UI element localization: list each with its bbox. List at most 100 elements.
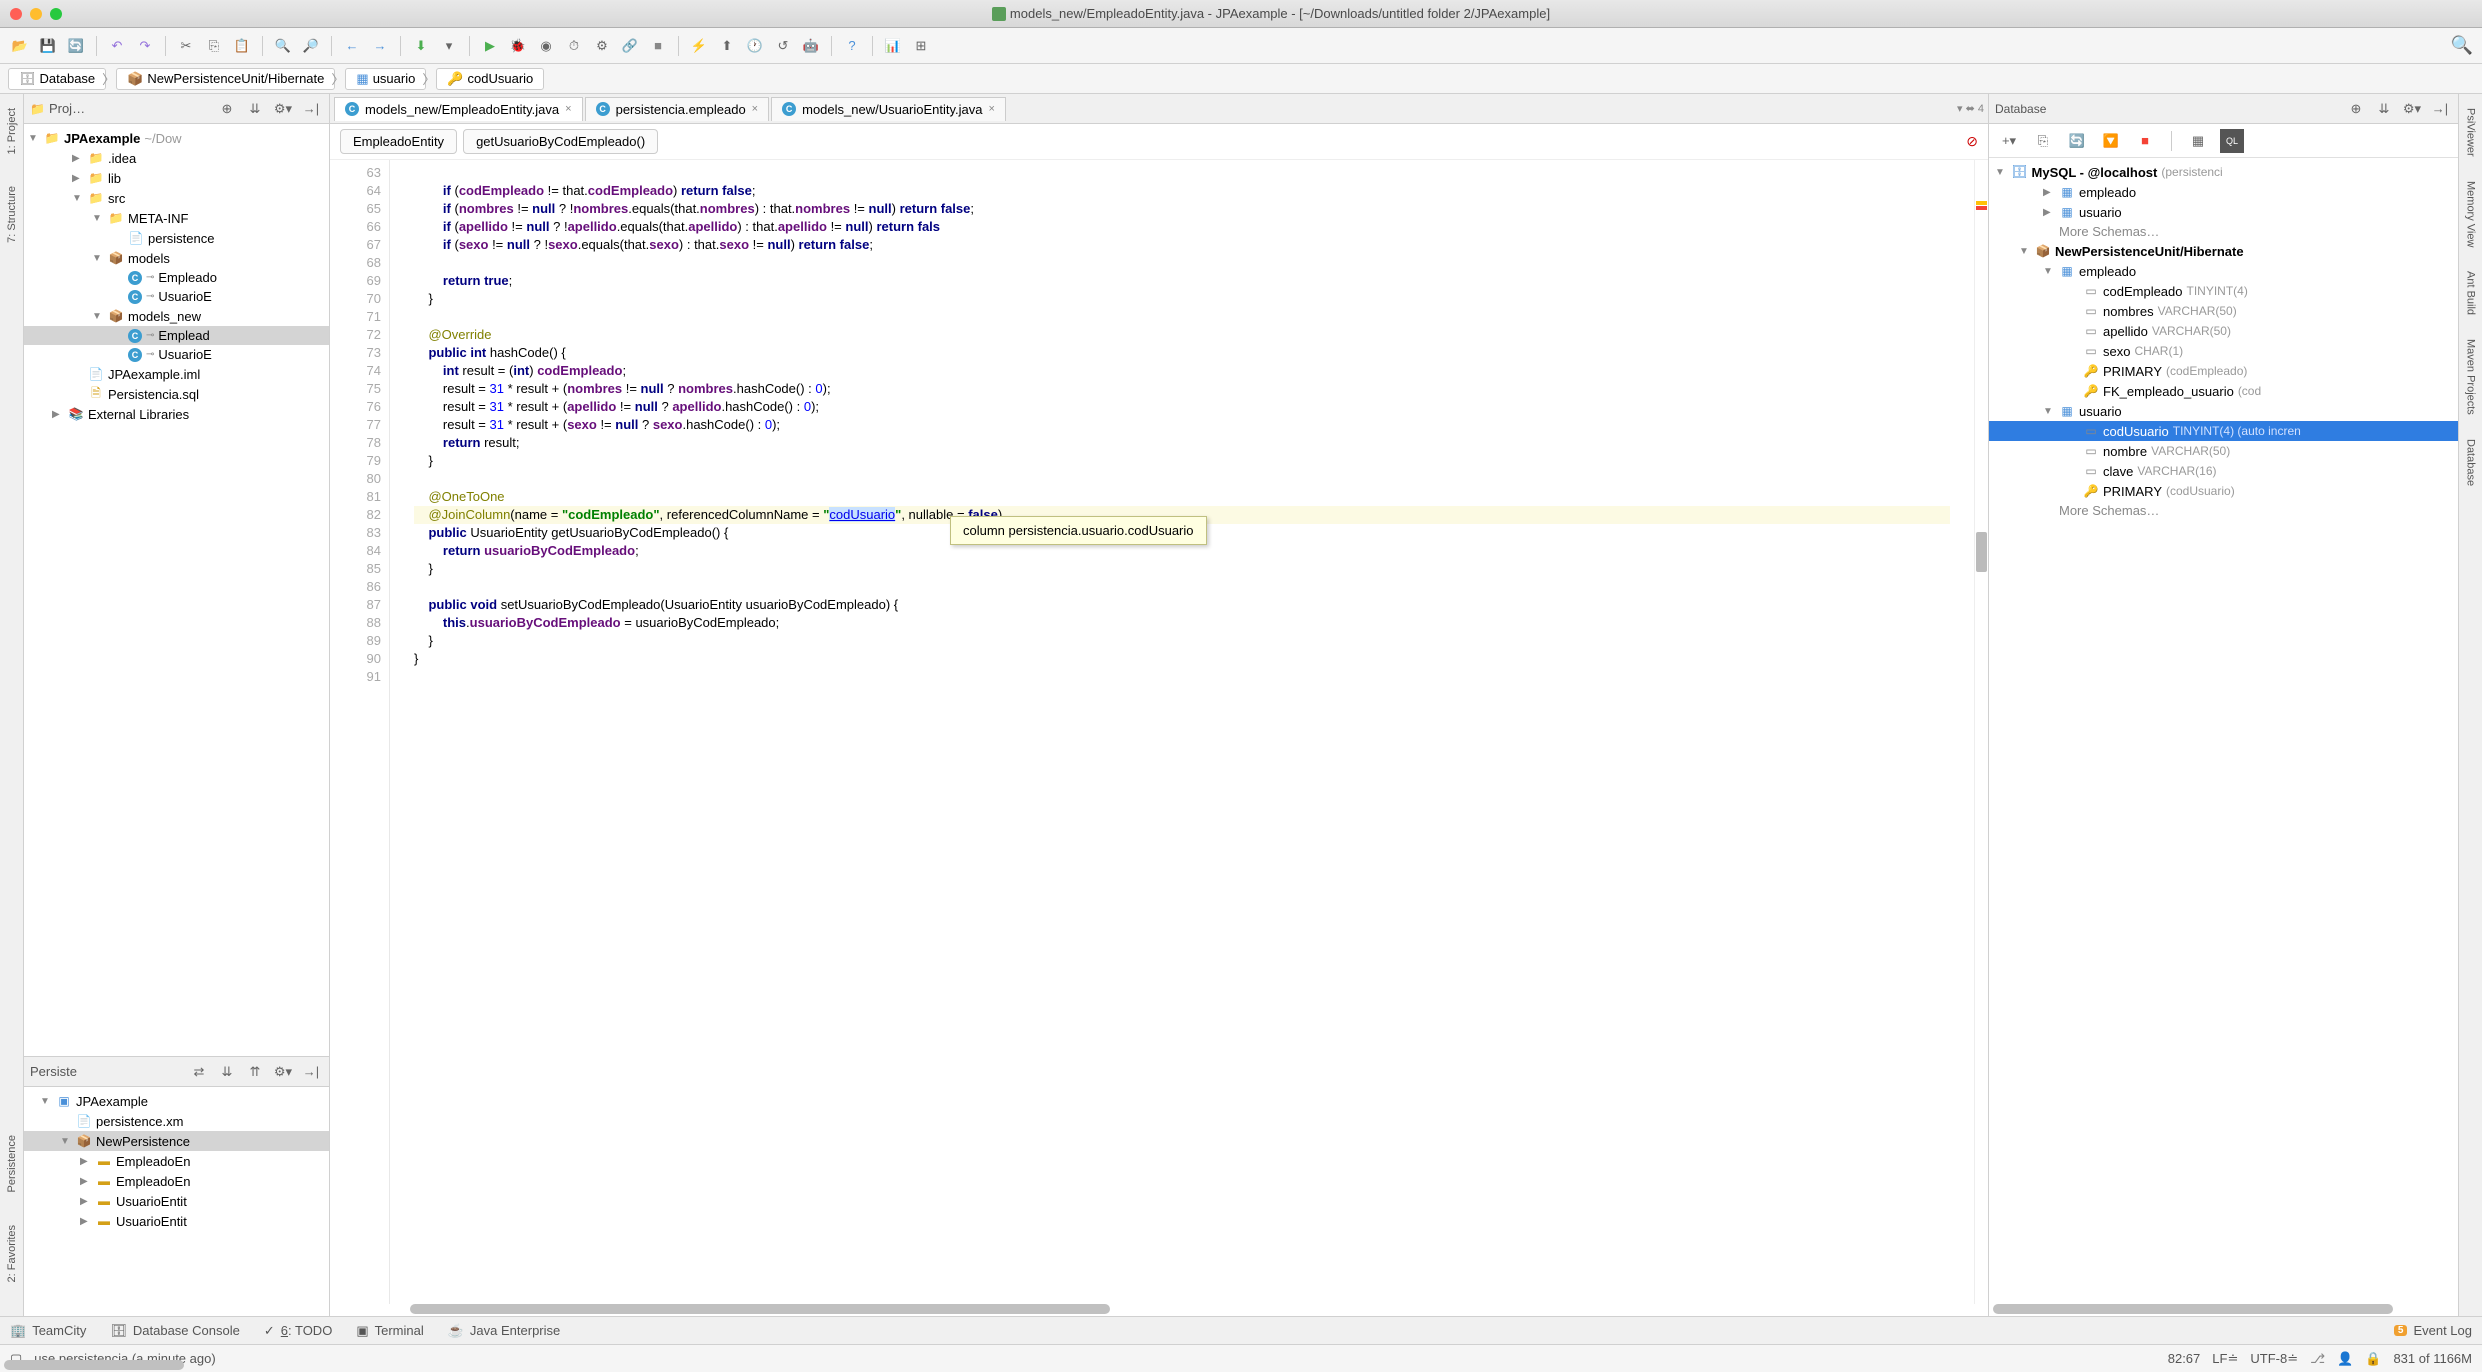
- maximize-window-button[interactable]: [50, 8, 62, 20]
- db-add-icon[interactable]: ⊕: [2344, 97, 2368, 121]
- db-row[interactable]: 🔑PRIMARY (codUsuario): [1989, 481, 2458, 501]
- layout-icon[interactable]: ⊞: [909, 34, 933, 58]
- stop-icon[interactable]: ■: [646, 34, 670, 58]
- tree-row[interactable]: ▶▬EmpleadoEn: [24, 1171, 329, 1191]
- update-icon[interactable]: ⬆: [715, 34, 739, 58]
- tree-row[interactable]: ▼📦models_new: [24, 306, 329, 326]
- gutter-persistence-tab[interactable]: Persistence: [4, 1129, 20, 1198]
- gutter-maven-tab[interactable]: Maven Projects: [2463, 333, 2479, 421]
- db-settings-icon[interactable]: ⚙▾: [2400, 97, 2424, 121]
- pp-collapse-icon[interactable]: ⇈: [243, 1060, 267, 1084]
- open-icon[interactable]: 📂: [8, 34, 32, 58]
- tree-row[interactable]: ▶▬EmpleadoEn: [24, 1151, 329, 1171]
- nav-item-table[interactable]: ▦usuario: [345, 68, 426, 90]
- run-config-icon[interactable]: ▾: [437, 34, 461, 58]
- tree-row[interactable]: 🗎Persistencia.sql: [24, 384, 329, 404]
- paste-icon[interactable]: 📋: [230, 34, 254, 58]
- db-new-icon[interactable]: +▾: [1997, 129, 2021, 153]
- db-refresh-icon[interactable]: 🔄: [2065, 129, 2089, 153]
- close-tab-icon[interactable]: ×: [989, 103, 995, 115]
- db-row[interactable]: ▶▦empleado: [1989, 182, 2458, 202]
- db-row[interactable]: ▭nombre VARCHAR(50): [1989, 441, 2458, 461]
- db-row[interactable]: ▭nombres VARCHAR(50): [1989, 301, 2458, 321]
- db-console-icon[interactable]: QL: [2220, 129, 2244, 153]
- tree-row[interactable]: C ⊸UsuarioE: [24, 287, 329, 306]
- editor-tab[interactable]: Cpersistencia.empleado×: [585, 97, 770, 121]
- gutter-project-tab[interactable]: 1: Project: [4, 102, 20, 160]
- concurrency-icon[interactable]: ⚙: [590, 34, 614, 58]
- editor-tab[interactable]: Cmodels_new/EmpleadoEntity.java×: [334, 97, 583, 121]
- structure-icon[interactable]: 📊: [881, 34, 905, 58]
- pp-settings-icon[interactable]: ⚙▾: [271, 1060, 295, 1084]
- copy-icon[interactable]: ⎘: [202, 34, 226, 58]
- db-row[interactable]: 🔑FK_empleado_usuario (cod: [1989, 381, 2458, 401]
- bc-class[interactable]: EmpleadoEntity: [340, 129, 457, 154]
- db-row[interactable]: ▭clave VARCHAR(16): [1989, 461, 2458, 481]
- tree-row[interactable]: ▼📦models: [24, 248, 329, 268]
- line-gutter[interactable]: 6364656667686970717273747576777879808182…: [330, 160, 390, 1304]
- db-h-scrollbar[interactable]: [1993, 1304, 2393, 1314]
- db-row[interactable]: ▼▦empleado: [1989, 261, 2458, 281]
- bottom-tab[interactable]: ▣Terminal: [356, 1323, 423, 1339]
- pp-hide-icon[interactable]: →|: [299, 1060, 323, 1084]
- db-hide-icon[interactable]: →|: [2428, 97, 2452, 121]
- gutter-structure-tab[interactable]: 7: Structure: [4, 180, 20, 249]
- error-indicator-icon[interactable]: ⊘: [1966, 133, 1978, 150]
- bottom-tab[interactable]: ☕Java Enterprise: [448, 1323, 561, 1339]
- pp-expand-icon[interactable]: ⇊: [215, 1060, 239, 1084]
- pp-link-icon[interactable]: ⇄: [187, 1060, 211, 1084]
- tree-row[interactable]: ▶📁lib: [24, 168, 329, 188]
- tabs-overflow[interactable]: ▾ ⬌ 4: [1957, 102, 1984, 115]
- inspection-icon[interactable]: 👤: [2337, 1351, 2353, 1367]
- gutter-psiviewer-tab[interactable]: PsiViewer: [2463, 102, 2479, 163]
- db-stop-icon[interactable]: ■: [2133, 129, 2157, 153]
- back-icon[interactable]: ←: [340, 34, 364, 58]
- db-table-icon[interactable]: ▦: [2186, 129, 2210, 153]
- db-row[interactable]: ▭codUsuario TINYINT(4) (auto incren: [1989, 421, 2458, 441]
- nav-item-column[interactable]: 🔑codUsuario: [436, 68, 544, 90]
- tree-row[interactable]: C ⊸Empleado: [24, 268, 329, 287]
- close-tab-icon[interactable]: ×: [752, 103, 758, 115]
- bc-method[interactable]: getUsuarioByCodEmpleado(): [463, 129, 658, 154]
- bottom-tab[interactable]: ✓6: TODO: [264, 1323, 332, 1339]
- tree-row[interactable]: 📄persistence.xm: [24, 1111, 329, 1131]
- db-row[interactable]: ▼📦NewPersistenceUnit/Hibernate: [1989, 241, 2458, 261]
- find-icon[interactable]: 🔍: [271, 34, 295, 58]
- tree-row[interactable]: ▶📚External Libraries: [24, 404, 329, 424]
- replace-icon[interactable]: 🔎: [299, 34, 323, 58]
- db-collapse-icon[interactable]: ⇊: [2372, 97, 2396, 121]
- history-icon[interactable]: 🕐: [743, 34, 767, 58]
- db-row[interactable]: ▭codEmpleado TINYINT(4): [1989, 281, 2458, 301]
- forward-icon[interactable]: →: [368, 34, 392, 58]
- line-separator[interactable]: LF≐: [2212, 1351, 2238, 1367]
- tree-row[interactable]: C ⊸Emplead: [24, 326, 329, 345]
- warning-marker[interactable]: [1976, 201, 1987, 205]
- tree-row[interactable]: 📄JPAexample.iml: [24, 364, 329, 384]
- tree-row[interactable]: ▶▬UsuarioEntit: [24, 1191, 329, 1211]
- settings-icon[interactable]: ⚙▾: [271, 97, 295, 121]
- nav-item-persistence-unit[interactable]: 📦NewPersistenceUnit/Hibernate: [116, 68, 335, 90]
- tree-row[interactable]: 📄persistence: [24, 228, 329, 248]
- build-icon[interactable]: ⬇: [409, 34, 433, 58]
- close-tab-icon[interactable]: ×: [565, 103, 571, 115]
- tree-root[interactable]: ▼📁JPAexample ~/Dow: [24, 128, 329, 148]
- attach-icon[interactable]: 🔗: [618, 34, 642, 58]
- gutter-ant-tab[interactable]: Ant Build: [2463, 265, 2479, 321]
- scrollbar[interactable]: [4, 1360, 184, 1370]
- editor-tab[interactable]: Cmodels_new/UsuarioEntity.java×: [771, 97, 1006, 121]
- sync-icon[interactable]: 🔄: [64, 34, 88, 58]
- gutter-memory-tab[interactable]: Memory View: [2463, 175, 2479, 253]
- error-marker[interactable]: [1976, 206, 1987, 210]
- db-filter-icon[interactable]: 🔽: [2099, 129, 2123, 153]
- search-everywhere-icon[interactable]: 🔍: [2450, 34, 2474, 58]
- tree-row[interactable]: C ⊸UsuarioE: [24, 345, 329, 364]
- scroll-from-source-icon[interactable]: ⊕: [215, 97, 239, 121]
- db-row[interactable]: ▼▦usuario: [1989, 401, 2458, 421]
- db-row[interactable]: More Schemas…: [1989, 222, 2458, 241]
- git-branch-icon[interactable]: ⎇: [2310, 1351, 2325, 1367]
- db-row[interactable]: ▶▦usuario: [1989, 202, 2458, 222]
- code-area[interactable]: if (codEmpleado != that.codEmpleado) ret…: [390, 160, 1974, 1304]
- db-row[interactable]: ▭apellido VARCHAR(50): [1989, 321, 2458, 341]
- help-icon[interactable]: ?: [840, 34, 864, 58]
- nav-item-database[interactable]: 🗄Database: [8, 68, 106, 90]
